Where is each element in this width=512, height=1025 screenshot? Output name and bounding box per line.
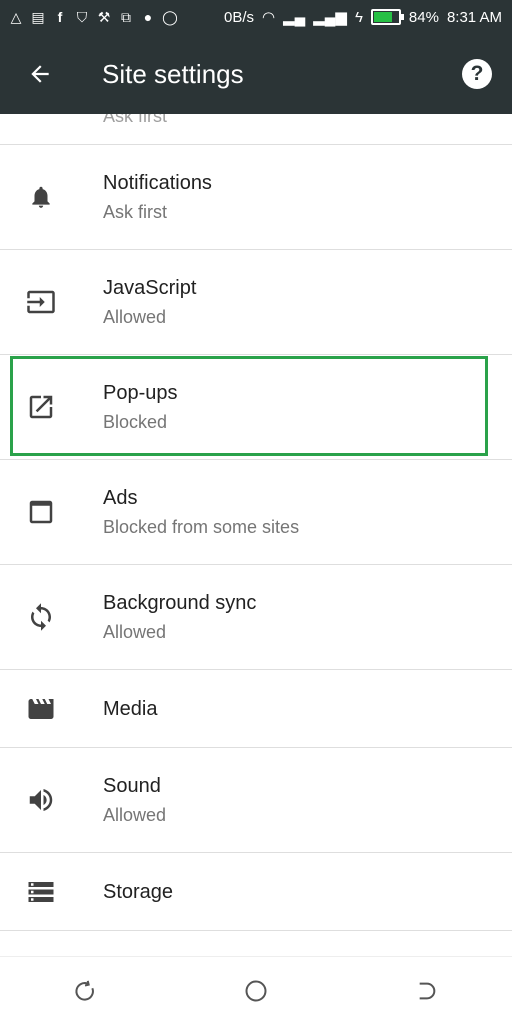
setting-subtitle: Allowed — [103, 621, 167, 642]
help-button[interactable]: ? — [462, 59, 492, 89]
setting-subtitle: Allowed — [103, 306, 167, 327]
setting-subtitle: Ask first — [103, 114, 168, 126]
setting-subtitle: Ask first — [103, 201, 168, 222]
setting-subtitle: Blocked — [103, 411, 168, 432]
setting-label: Background sync — [103, 591, 257, 614]
charging-icon: ϟ — [354, 8, 363, 26]
signal-icon: ▂▄ — [283, 9, 306, 26]
screenshot-icon: ⧉ — [121, 9, 131, 25]
status-bar: △ ▤ f ⛉ ⚒ ⧉ ● ◯ 0B/s ◠ ▂▄ ▂▄▆ ϟ 84% 8:31… — [0, 0, 512, 34]
recents-button[interactable] — [55, 961, 115, 1021]
back-arrow-icon — [31, 65, 49, 83]
setting-subtitle: Blocked from some sites — [103, 516, 300, 537]
setting-popups[interactable]: Pop-ups Blocked — [0, 355, 512, 460]
setting-label: Notifications — [103, 171, 212, 194]
clock: 8:31 AM — [446, 8, 502, 26]
shield-icon: ⛉ — [76, 9, 88, 25]
wrench-icon: ⚒ — [97, 9, 111, 25]
setting-sound[interactable]: Sound Allowed — [0, 748, 512, 853]
setting-label: JavaScript — [103, 276, 197, 299]
notification-icons: △ ▤ f ⛉ ⚒ ⧉ ● ◯ — [0, 9, 178, 25]
home-button[interactable] — [226, 961, 286, 1021]
setting-subtitle: Allowed — [103, 804, 167, 825]
home-icon — [245, 980, 267, 1002]
navigation-bar — [0, 956, 512, 1025]
page-title: Site settings — [102, 58, 244, 89]
setting-label: Ads — [103, 486, 138, 509]
setting-background-sync[interactable]: Background sync Allowed — [0, 565, 512, 670]
warning-icon: △ — [10, 9, 22, 25]
battery-icon — [370, 9, 404, 25]
back-button[interactable] — [0, 34, 80, 114]
battery-percent: 84% — [408, 8, 439, 26]
circle-icon: ● — [143, 9, 153, 25]
back-nav-button[interactable] — [397, 961, 457, 1021]
settings-list: Ask first Notifications Ask first JavaSc… — [0, 114, 512, 931]
setting-javascript[interactable]: JavaScript Allowed — [0, 250, 512, 355]
setting-label: Pop-ups — [103, 381, 178, 404]
movie-icon — [24, 694, 58, 724]
volume-icon — [24, 785, 58, 815]
signal-icon: ▂▄▆ — [313, 9, 347, 26]
whatsapp-icon: ◯ — [162, 9, 178, 25]
data-rate: 0B/s — [223, 8, 254, 26]
setting-label: Storage — [103, 880, 174, 903]
setting-media[interactable]: Media — [0, 670, 512, 748]
system-status: 0B/s ◠ ▂▄ ▂▄▆ ϟ 84% 8:31 AM — [223, 8, 512, 27]
open-in-new-icon — [24, 392, 58, 422]
wifi-icon: ◠ — [262, 9, 276, 26]
help-icon: ? — [470, 62, 484, 85]
setting-ads[interactable]: Ads Blocked from some sites — [0, 460, 512, 565]
sync-icon — [24, 602, 58, 632]
window-icon — [24, 497, 58, 527]
back-nav-icon — [419, 982, 435, 1000]
recents-icon — [75, 980, 95, 1001]
app-bar: Site settings ? — [0, 34, 512, 114]
storage-icon — [24, 877, 58, 907]
setting-notifications[interactable]: Notifications Ask first — [0, 145, 512, 250]
list-item-partial[interactable]: Ask first — [0, 114, 512, 145]
setting-storage[interactable]: Storage — [0, 853, 512, 931]
facebook-icon: f — [57, 9, 63, 25]
message-icon: ▤ — [31, 9, 45, 25]
javascript-icon — [24, 287, 58, 317]
bell-icon — [24, 182, 58, 212]
setting-label: Media — [103, 697, 158, 720]
setting-label: Sound — [103, 774, 161, 797]
